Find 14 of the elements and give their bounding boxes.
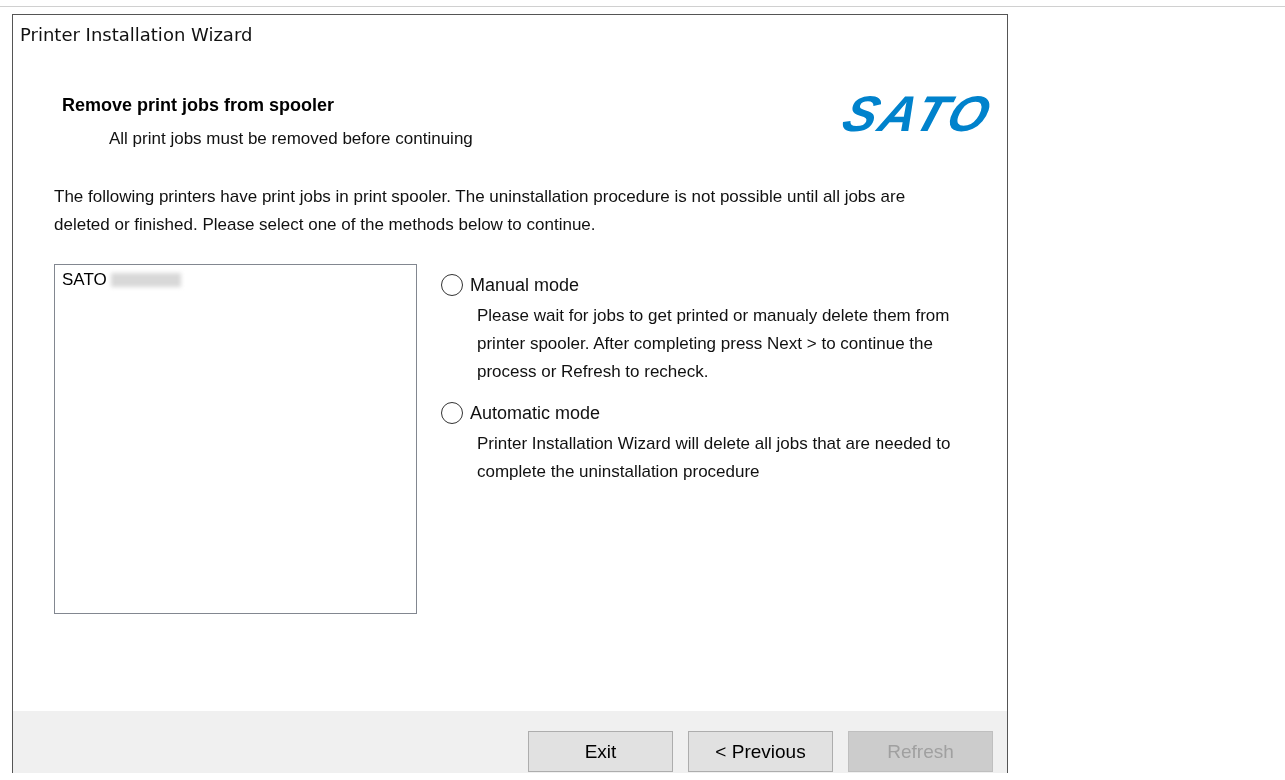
brand-logo: SATO xyxy=(836,89,1000,139)
printer-name[interactable]: SATO xyxy=(62,270,107,290)
mode-description: Please wait for jobs to get printed or manualy delete them from printer spooler. After completing press Next > to continue the process or Refresh to recheck. xyxy=(477,305,951,383)
window-title: Printer Installation Wizard xyxy=(19,23,253,47)
radio-button[interactable] xyxy=(441,402,463,424)
radio-label[interactable]: Manual mode xyxy=(470,274,580,296)
radio-button[interactable] xyxy=(441,274,463,296)
instruction-text: The following printers have print jobs in print spooler. The uninstallation procedure is not possible until all jobs are deleted or finished. Please select one of the methods below to continue. xyxy=(53,186,907,236)
mode-description: Printer Installation Wizard will delete all jobs that are needed to complete the uninstallation procedure xyxy=(477,433,952,483)
radio-label[interactable]: Automatic mode xyxy=(470,402,601,424)
wizard-button[interactable]: Exit xyxy=(528,731,673,772)
wizard-button[interactable]: < Previous xyxy=(688,731,833,772)
page-heading: Remove print jobs from spooler xyxy=(62,95,336,116)
page-subtitle: All print jobs must be removed before continuing xyxy=(109,129,473,149)
